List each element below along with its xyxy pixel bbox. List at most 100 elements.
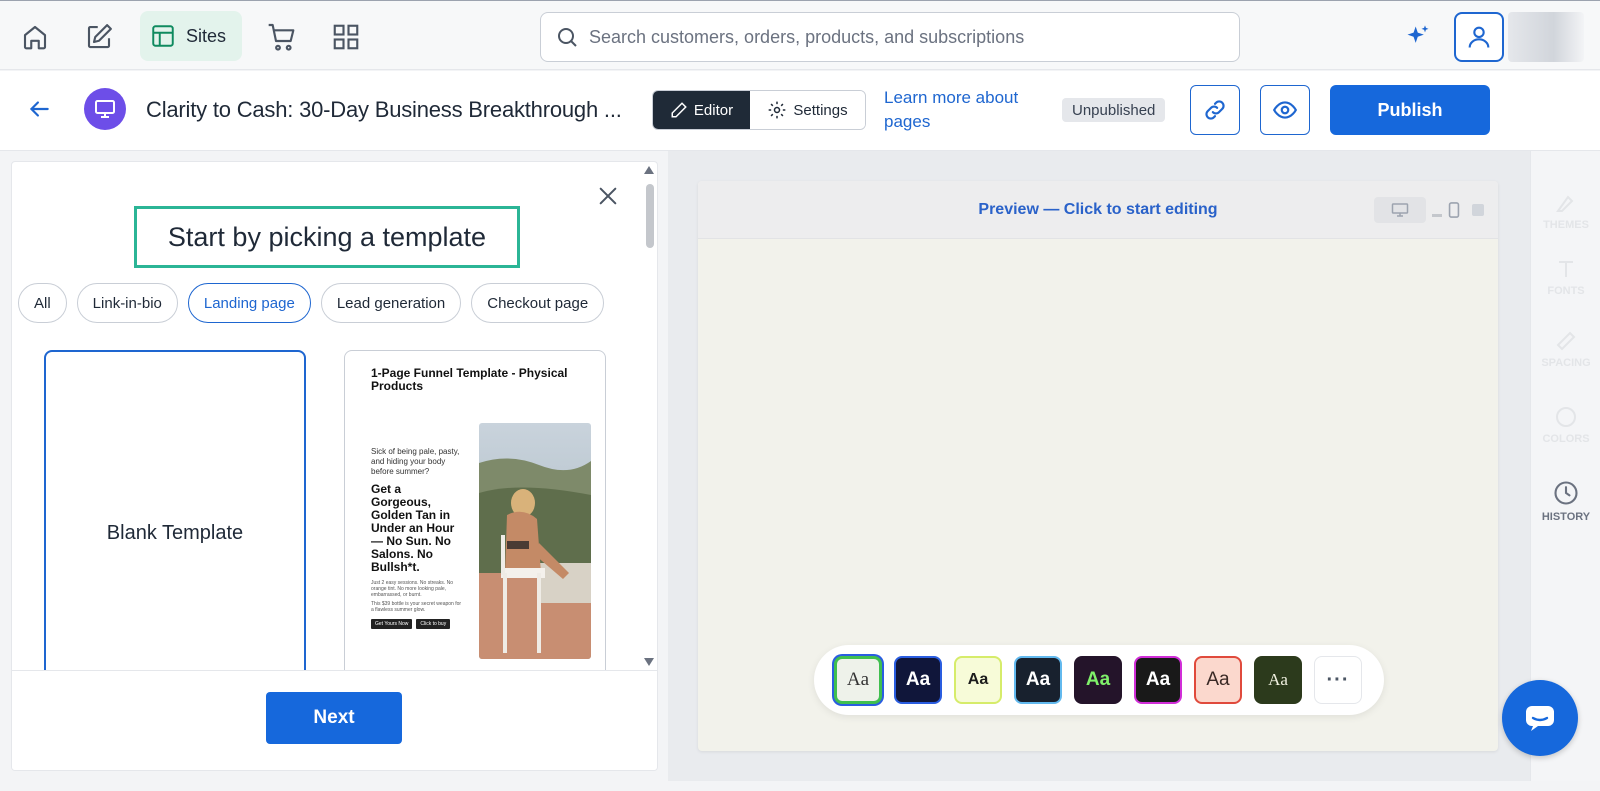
rail-themes-label: THEMES bbox=[1543, 219, 1589, 231]
device-toggle bbox=[1374, 197, 1484, 223]
next-button[interactable]: Next bbox=[266, 692, 402, 744]
tablet-icon[interactable] bbox=[1472, 204, 1484, 216]
ai-sparkle-icon[interactable] bbox=[1404, 23, 1432, 56]
user-icon bbox=[1468, 26, 1490, 48]
theme-swatch-text: Aa bbox=[1085, 669, 1111, 690]
pencil-icon bbox=[671, 102, 687, 118]
search-input[interactable] bbox=[589, 26, 1239, 48]
theme-swatch-text: Aa bbox=[1268, 670, 1288, 689]
close-icon[interactable] bbox=[592, 180, 624, 212]
template-headline: Get a Gorgeous, Golden Tan in Under an H… bbox=[371, 482, 455, 574]
chat-icon bbox=[1526, 706, 1554, 731]
template-btn-1: Get Yours Now bbox=[371, 619, 413, 629]
template-filters: All Link-in-bio Landing page Lead genera… bbox=[18, 283, 605, 323]
mobile-icon[interactable] bbox=[1448, 202, 1460, 218]
rail-themes[interactable]: THEMES bbox=[1531, 191, 1600, 231]
theme-swatch-text: Aa bbox=[846, 669, 870, 690]
nav-sites[interactable]: Sites bbox=[140, 11, 242, 61]
panel-heading: Start by picking a template bbox=[134, 206, 520, 268]
mode-switcher: Editor Settings bbox=[652, 90, 866, 130]
template-picker-panel: Start by picking a template All Link-in-… bbox=[11, 161, 658, 771]
desktop-icon bbox=[1391, 203, 1409, 217]
home-icon[interactable] bbox=[15, 17, 55, 57]
page-preview[interactable]: Preview — Click to start editing Aa Aa A… bbox=[698, 181, 1498, 751]
template-preview-text: Sick of being pale, pasty, and hiding yo… bbox=[371, 447, 463, 629]
theme-swatch-text: Aa bbox=[1025, 669, 1051, 690]
template-title: 1-Page Funnel Template - Physical Produc… bbox=[371, 366, 568, 393]
rail-history[interactable]: HISTORY bbox=[1531, 479, 1600, 523]
link-icon bbox=[1205, 100, 1225, 120]
scroll-down-icon[interactable] bbox=[644, 658, 654, 666]
back-arrow-icon[interactable] bbox=[26, 96, 52, 127]
template-body-2: This $39 bottle is your secret weapon fo… bbox=[371, 601, 462, 613]
learn-more-link[interactable]: Learn more about pages bbox=[884, 86, 1054, 134]
scroll-up-icon[interactable] bbox=[644, 166, 654, 174]
filter-landing-page[interactable]: Landing page bbox=[187, 283, 311, 323]
theme-swatch-7[interactable]: Aa bbox=[1194, 656, 1242, 704]
theme-swatch-5[interactable]: Aa bbox=[1074, 656, 1122, 704]
panel-footer: Next bbox=[12, 670, 657, 770]
settings-tab[interactable]: Settings bbox=[750, 91, 865, 129]
template-btn-2: Click to buy bbox=[416, 619, 451, 629]
rail-history-label: HISTORY bbox=[1541, 511, 1591, 523]
theme-swatch-6[interactable]: Aa bbox=[1134, 656, 1182, 704]
theme-swatch-1[interactable]: Aa bbox=[834, 656, 882, 704]
cart-icon[interactable] bbox=[262, 17, 302, 57]
template-buttons: Get Yours Now Click to buy bbox=[371, 619, 463, 629]
chat-support-button[interactable] bbox=[1502, 680, 1578, 756]
rail-spacing-label: SPACING bbox=[1541, 357, 1591, 369]
avatar[interactable] bbox=[1508, 12, 1584, 62]
user-profile-button[interactable] bbox=[1454, 12, 1504, 62]
filter-checkout-page[interactable]: Checkout page bbox=[471, 283, 605, 323]
theme-swatch-3[interactable]: Aa bbox=[954, 656, 1002, 704]
search-bar[interactable] bbox=[540, 12, 1240, 62]
theme-swatch-8[interactable]: Aa bbox=[1254, 656, 1302, 704]
theme-swatch-text: Aa bbox=[905, 669, 931, 690]
eye-icon bbox=[1272, 101, 1298, 119]
history-icon bbox=[1554, 481, 1578, 505]
colors-icon bbox=[1556, 407, 1576, 427]
editor-tab[interactable]: Editor bbox=[653, 91, 750, 129]
editor-canvas: Preview — Click to start editing Aa Aa A… bbox=[668, 151, 1530, 781]
fonts-icon bbox=[1559, 261, 1573, 277]
status-badge: Unpublished bbox=[1062, 98, 1166, 122]
rail-colors[interactable]: COLORS bbox=[1531, 405, 1600, 445]
publish-button[interactable]: Publish bbox=[1330, 85, 1490, 135]
editor-tab-label: Editor bbox=[693, 101, 734, 119]
themes-icon bbox=[1556, 195, 1574, 212]
preview-button[interactable] bbox=[1260, 85, 1310, 135]
edit-icon[interactable] bbox=[79, 17, 119, 57]
apps-grid-icon[interactable] bbox=[326, 17, 366, 57]
theme-swatch-text: Aa bbox=[1206, 669, 1230, 690]
rail-spacing[interactable]: SPACING bbox=[1531, 329, 1600, 369]
page-title: Clarity to Cash: 30-Day Business Breakth… bbox=[146, 97, 622, 122]
panel-scrollbar[interactable] bbox=[642, 162, 656, 670]
template-body-1: Just 2 easy sessions. No streaks. No ora… bbox=[371, 580, 453, 598]
settings-tab-label: Settings bbox=[793, 101, 848, 119]
gear-icon bbox=[769, 101, 786, 119]
theme-swatch-text: Aa bbox=[1145, 669, 1171, 690]
spacing-icon bbox=[1556, 331, 1576, 351]
more-themes-button[interactable]: ··· bbox=[1314, 656, 1362, 704]
filter-lead-generation[interactable]: Lead generation bbox=[320, 283, 462, 323]
desktop-view-button[interactable] bbox=[1374, 197, 1426, 223]
theme-swatch-4[interactable]: Aa bbox=[1014, 656, 1062, 704]
nav-sites-label: Sites bbox=[186, 25, 227, 46]
preview-header: Preview — Click to start editing bbox=[698, 181, 1498, 239]
template-intro: Sick of being pale, pasty, and hiding yo… bbox=[371, 447, 460, 476]
theme-swatch-2[interactable]: Aa bbox=[894, 656, 942, 704]
page-desktop-icon bbox=[84, 88, 126, 130]
copy-link-button[interactable] bbox=[1190, 85, 1240, 135]
more-icon: ··· bbox=[1326, 668, 1350, 691]
theme-swatch-text: Aa bbox=[967, 671, 989, 688]
funnel-template-card[interactable]: 1-Page Funnel Template - Physical Produc… bbox=[344, 350, 606, 690]
blank-template-card[interactable]: Blank Template bbox=[44, 350, 306, 690]
search-icon bbox=[558, 28, 577, 47]
scroll-thumb[interactable] bbox=[646, 184, 654, 248]
filter-all[interactable]: All bbox=[18, 283, 67, 323]
filter-link-in-bio[interactable]: Link-in-bio bbox=[76, 283, 178, 323]
rail-fonts[interactable]: FONTS bbox=[1531, 257, 1600, 297]
rail-fonts-label: FONTS bbox=[1547, 285, 1585, 297]
blank-template-label: Blank Template bbox=[106, 522, 244, 544]
preview-label[interactable]: Preview — Click to start editing bbox=[978, 201, 1217, 219]
